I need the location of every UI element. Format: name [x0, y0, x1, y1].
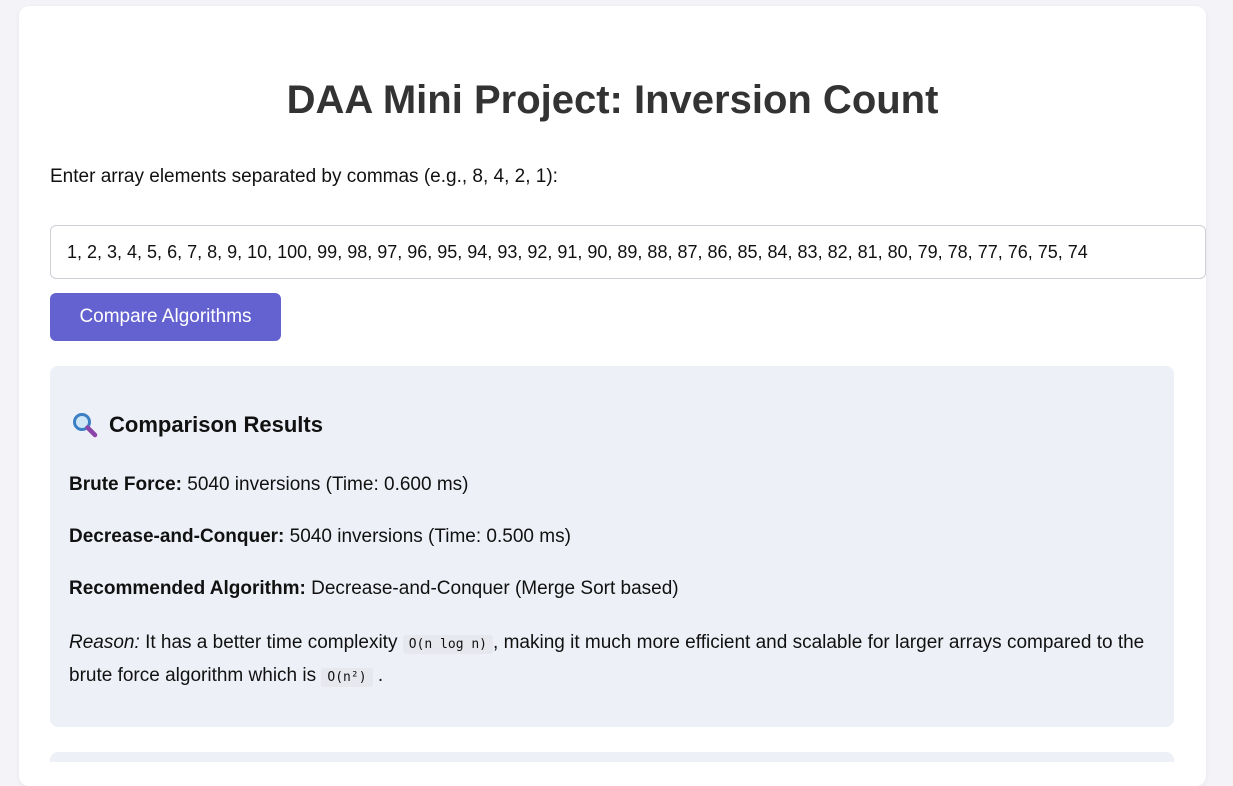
reason-text-3: . — [377, 665, 384, 686]
reason-label: Reason: — [69, 632, 140, 653]
brute-force-result: Brute Force: 5040 inversions (Time: 0.60… — [69, 474, 469, 496]
recommended-algorithm: Recommended Algorithm: Decrease-and-Conq… — [69, 578, 679, 600]
brute-force-label: Brute Force: — [69, 474, 182, 495]
brute-force-value: 5040 inversions (Time: 0.600 ms) — [187, 474, 469, 495]
page-title: DAA Mini Project: Inversion Count — [286, 78, 939, 122]
array-input-label: Enter array elements separated by commas… — [50, 166, 558, 187]
compare-algorithms-button[interactable]: Compare Algorithms — [50, 293, 281, 341]
decrease-and-conquer-result: Decrease-and-Conquer: 5040 inversions (T… — [69, 526, 571, 548]
comparison-results-panel: Comparison Results Brute Force: 5040 inv… — [50, 366, 1174, 727]
complexity-code-nlogn: O(n log n) — [402, 635, 494, 654]
results-title-text: Comparison Results — [109, 412, 323, 437]
recommended-label: Recommended Algorithm: — [69, 578, 306, 599]
magnifying-glass-icon — [72, 412, 98, 438]
recommended-value: Decrease-and-Conquer (Merge Sort based) — [311, 578, 679, 599]
complexity-code-n2: O(n²) — [321, 668, 373, 687]
decrease-and-conquer-label: Decrease-and-Conquer: — [69, 526, 285, 547]
reason-paragraph: Reason: It has a better time complexity … — [69, 627, 1164, 693]
reason-text-1: It has a better time complexity — [145, 632, 398, 653]
main-card: DAA Mini Project: Inversion Count Enter … — [19, 6, 1206, 786]
results-heading: Comparison Results — [72, 412, 323, 438]
decrease-and-conquer-value: 5040 inversions (Time: 0.500 ms) — [289, 526, 571, 547]
array-input[interactable] — [50, 225, 1206, 279]
next-panel-edge — [50, 752, 1174, 762]
